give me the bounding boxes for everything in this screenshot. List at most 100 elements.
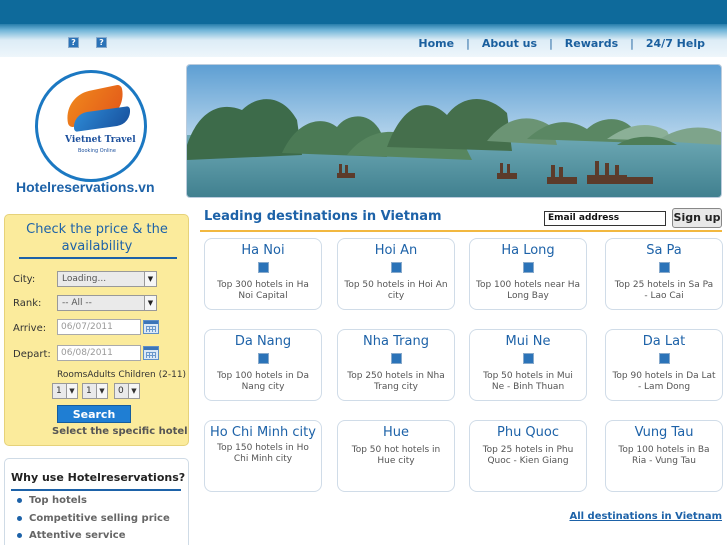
rank-select[interactable]: -- All -- ▼ — [57, 295, 157, 311]
destination-desc: Top 25 hotels in Phu Quoc - Kien Giang — [482, 445, 574, 466]
destination-image-icon — [390, 262, 402, 273]
destination-name[interactable]: Phu Quoc — [470, 424, 586, 441]
destination-name[interactable]: Ho Chi Minh city — [205, 424, 321, 441]
destination-name[interactable]: Da Lat — [606, 333, 722, 350]
site-logo[interactable]: Vietnet Travel Booking Online Hotelreser… — [10, 62, 180, 202]
destination-image-icon — [522, 353, 534, 364]
destinations-divider — [200, 230, 722, 232]
destination-desc: Top 150 hotels in Ho Chi Minh city — [217, 443, 309, 464]
logo-brand: Vietnet Travel — [65, 135, 136, 145]
rooms-select[interactable]: 1 ▼ — [52, 383, 78, 399]
city-select[interactable]: Loading... ▼ — [57, 271, 157, 287]
nav-separator: | — [630, 37, 634, 50]
nav-separator: | — [466, 37, 470, 50]
destination-image-icon — [390, 353, 402, 364]
nav-rewards[interactable]: Rewards — [565, 37, 618, 50]
destination-desc: Top 100 hotels in Ba Ria - Vung Tau — [618, 445, 710, 466]
destination-card[interactable]: Da Lat Top 90 hotels in Da Lat - Lam Don… — [605, 329, 723, 401]
rooms-label: RoomsAdults Children (2-11) — [57, 370, 187, 380]
destination-image-icon — [257, 262, 269, 273]
site-name: Hotelreservations.vn — [16, 179, 155, 195]
adults-value: 1 — [86, 386, 92, 396]
calendar-icon[interactable] — [143, 346, 159, 360]
destination-desc: Top 100 hotels in Da Nang city — [217, 371, 309, 392]
email-input[interactable]: Email address — [544, 211, 666, 226]
destination-image-icon — [522, 262, 534, 273]
chevron-down-icon: ▼ — [144, 296, 156, 310]
destination-name[interactable]: Ha Long — [470, 242, 586, 259]
destination-card[interactable]: Mui Ne Top 50 hotels in Mui Ne - Binh Th… — [469, 329, 587, 401]
destination-desc: Top 50 hotels in Mui Ne - Binh Thuan — [483, 371, 573, 392]
halong-bay-banner — [186, 64, 722, 198]
destination-card[interactable]: Nha Trang Top 250 hotels in Nha Trang ci… — [337, 329, 455, 401]
destination-card[interactable]: Ha Long Top 100 hotels near Ha Long Bay — [469, 238, 587, 310]
destination-image-icon — [658, 262, 670, 273]
arrive-label: Arrive: — [13, 323, 47, 334]
destination-image-icon — [257, 353, 269, 364]
destination-desc: Top 90 hotels in Da Lat - Lam Dong — [612, 371, 716, 392]
chevron-down-icon: ▼ — [128, 384, 139, 398]
destination-name[interactable]: Hue — [338, 424, 454, 441]
destination-card[interactable]: Ha Noi Top 300 hotels in Ha Noi Capital — [204, 238, 322, 310]
page: ? ? Home | About us | Rewards | 24/7 Hel… — [0, 0, 727, 545]
why-divider — [11, 489, 181, 491]
destination-desc: Top 50 hot hotels in Hue city — [351, 445, 441, 466]
top-bar: ? ? Home | About us | Rewards | 24/7 Hel… — [0, 0, 727, 57]
all-destinations-link[interactable]: All destinations in Vietnam — [569, 511, 722, 522]
nav-about-us[interactable]: About us — [482, 37, 537, 50]
destination-desc: Top 250 hotels in Nha Trang city — [347, 371, 445, 392]
city-label: City: — [13, 274, 36, 285]
destination-card[interactable]: Sa Pa Top 25 hotels in Sa Pa - Lao Cai — [605, 238, 723, 310]
nav-home[interactable]: Home — [418, 37, 454, 50]
destination-desc: Top 300 hotels in Ha Noi Capital — [217, 280, 309, 301]
banner-image — [187, 65, 721, 197]
destinations-heading: Leading destinations in Vietnam — [204, 209, 442, 224]
specific-hotel-link[interactable]: Select the specific hotel — [52, 426, 188, 437]
why-panel: Why use Hotelreservations? Top hotels Co… — [4, 458, 189, 545]
rooms-value: 1 — [56, 386, 62, 396]
children-select[interactable]: 0 ▼ — [114, 383, 140, 399]
search-panel: Check the price & the availability City:… — [4, 214, 189, 446]
chevron-down-icon: ▼ — [144, 272, 156, 286]
destination-desc: Top 25 hotels in Sa Pa - Lao Cai — [614, 280, 714, 301]
destination-card[interactable]: Ho Chi Minh city Top 150 hotels in Ho Ch… — [204, 420, 322, 492]
destination-card[interactable]: Hoi An Top 50 hotels in Hoi An city — [337, 238, 455, 310]
nav-separator: | — [549, 37, 553, 50]
destination-name[interactable]: Ha Noi — [205, 242, 321, 259]
destination-card[interactable]: Vung Tau Top 100 hotels in Ba Ria - Vung… — [605, 420, 723, 492]
city-value: Loading... — [62, 274, 107, 284]
search-button[interactable]: Search — [57, 405, 131, 423]
destination-name[interactable]: Mui Ne — [470, 333, 586, 350]
destination-card[interactable]: Da Nang Top 100 hotels in Da Nang city — [204, 329, 322, 401]
destination-name[interactable]: Sa Pa — [606, 242, 722, 259]
destination-name[interactable]: Da Nang — [205, 333, 321, 350]
main-nav: Home | About us | Rewards | 24/7 Help — [418, 37, 705, 50]
chevron-down-icon: ▼ — [96, 384, 107, 398]
destination-image-icon — [658, 353, 670, 364]
flag-icon[interactable]: ? — [96, 37, 107, 48]
destination-name[interactable]: Vung Tau — [606, 424, 722, 441]
calendar-icon[interactable] — [143, 320, 159, 334]
arrive-date-input[interactable]: 06/07/2011 — [57, 319, 141, 335]
search-divider — [19, 257, 177, 259]
rank-label: Rank: — [13, 298, 42, 309]
top-bar-band — [0, 0, 727, 24]
flag-icon[interactable]: ? — [68, 37, 79, 48]
why-item: Attentive service — [17, 530, 126, 541]
destination-name[interactable]: Hoi An — [338, 242, 454, 259]
destination-name[interactable]: Nha Trang — [338, 333, 454, 350]
children-value: 0 — [118, 386, 124, 396]
why-item: Competitive selling price — [17, 513, 170, 524]
logo-tagline: Booking Online — [78, 148, 116, 154]
chevron-down-icon: ▼ — [66, 384, 77, 398]
signup-button[interactable]: Sign up — [672, 208, 722, 228]
depart-date-input[interactable]: 06/08/2011 — [57, 345, 141, 361]
why-item: Top hotels — [17, 495, 87, 506]
adults-select[interactable]: 1 ▼ — [82, 383, 108, 399]
why-title: Why use Hotelreservations? — [11, 471, 186, 484]
rank-value: -- All -- — [62, 298, 92, 308]
nav-help[interactable]: 24/7 Help — [646, 37, 705, 50]
depart-label: Depart: — [13, 349, 51, 360]
destination-card[interactable]: Hue Top 50 hot hotels in Hue city — [337, 420, 455, 492]
destination-card[interactable]: Phu Quoc Top 25 hotels in Phu Quoc - Kie… — [469, 420, 587, 492]
